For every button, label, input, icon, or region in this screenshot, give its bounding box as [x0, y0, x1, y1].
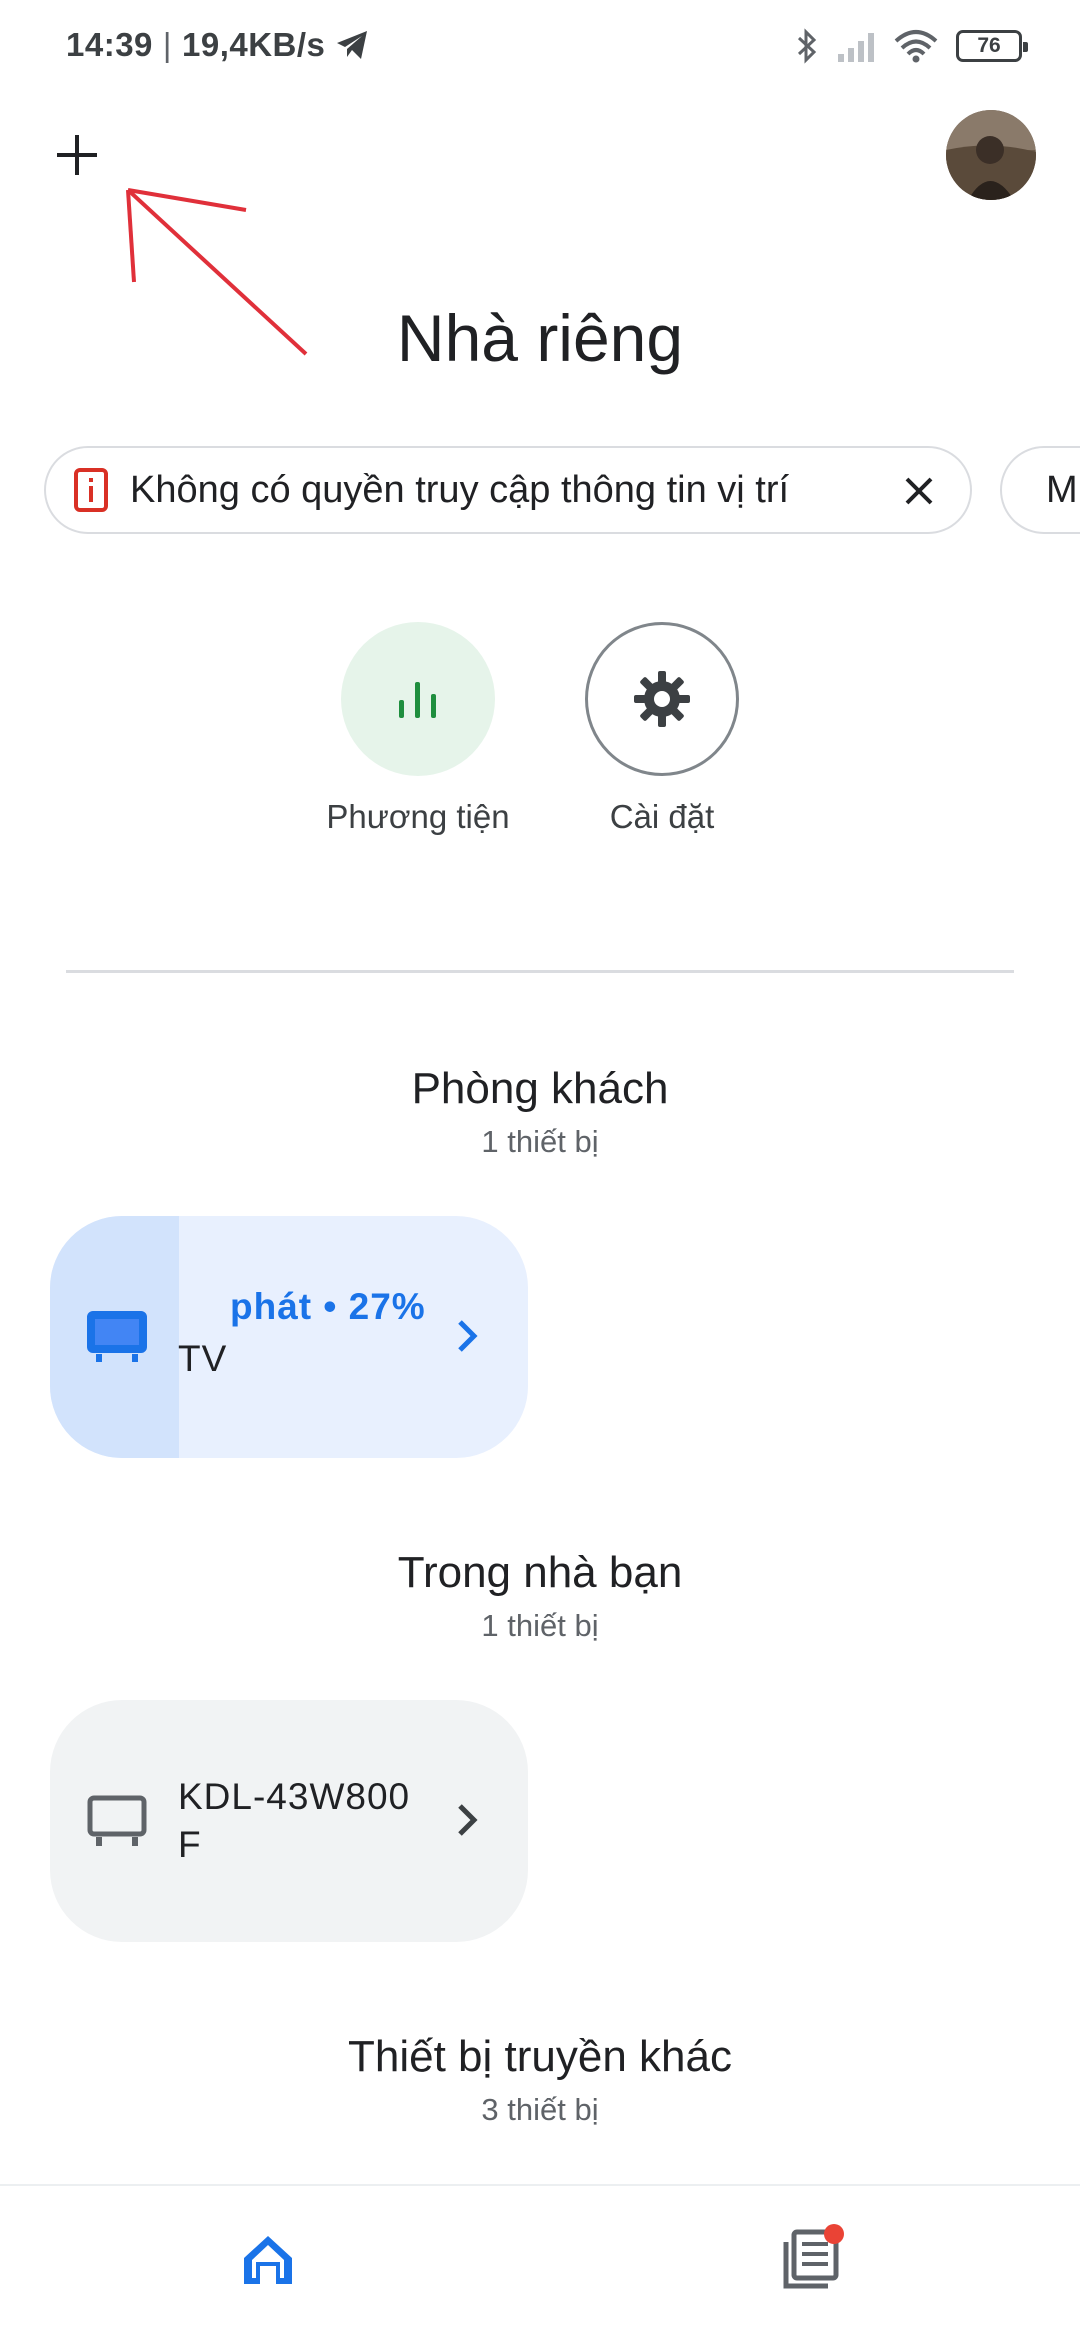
notification-badge: [824, 2224, 844, 2244]
tv-icon: [87, 1311, 147, 1362]
divider: [66, 970, 1014, 973]
location-permission-chip[interactable]: Không có quyền truy cập thông tin vị trí: [44, 446, 972, 534]
room-device-count: 1 thiết bị: [481, 1608, 599, 1643]
status-time: 14:39: [66, 26, 153, 63]
status-bar: 14:39 | 19,4KB/s 76: [0, 0, 1080, 100]
battery-level: 76: [977, 34, 1001, 57]
device-name-line1: KDL-43W800: [178, 1776, 411, 1817]
settings-action[interactable]: Cài đặt: [582, 622, 742, 836]
device-name-line2: F: [178, 1824, 202, 1865]
bluetooth-icon: [797, 28, 817, 64]
device-card-tv[interactable]: phát • 27% TV: [50, 1216, 528, 1458]
status-network-speed: 19,4KB/s: [181, 26, 326, 63]
device-status: phát • 27%: [230, 1286, 426, 1327]
device-name: TV: [178, 1338, 228, 1379]
home-icon: [244, 2236, 292, 2284]
gear-icon: [634, 671, 690, 727]
room-title: Trong nhà bạn: [397, 1548, 683, 1597]
home-screen: 14:39 | 19,4KB/s 76 Nhà riêng Không có q…: [0, 0, 1080, 2340]
account-avatar[interactable]: [946, 110, 1036, 200]
device-card-kdl[interactable]: KDL-43W800 F: [50, 1700, 528, 1942]
room-title: Thiết bị truyền khác: [348, 2032, 732, 2081]
chip-close-button[interactable]: [894, 466, 944, 516]
tv-icon: [87, 1795, 147, 1846]
room-title: Phòng khách: [411, 1064, 669, 1113]
signal-icon: [838, 33, 874, 62]
room-device-count: 1 thiết bị: [481, 1124, 599, 1159]
battery-icon: 76: [956, 30, 1028, 62]
add-button[interactable]: [44, 122, 110, 188]
avatar-image: [946, 110, 1036, 200]
chevron-right-icon: [458, 1804, 478, 1836]
page-title: Nhà riêng: [396, 301, 684, 375]
status-left: 14:39 | 19,4KB/s: [66, 26, 369, 64]
status-separator: |: [162, 26, 172, 63]
nav-home-button[interactable]: [240, 2232, 296, 2288]
settings-label: Cài đặt: [609, 798, 715, 835]
info-phone-icon: [74, 468, 108, 512]
wifi-icon: [894, 30, 938, 63]
telegram-icon: [337, 31, 368, 59]
next-chip-text: M: [1046, 468, 1078, 511]
media-action[interactable]: Phương tiện: [326, 622, 510, 836]
close-icon: [905, 477, 933, 505]
location-chip-text: Không có quyền truy cập thông tin vị trí: [130, 468, 790, 511]
next-chip[interactable]: M: [1000, 446, 1080, 534]
plus-icon: [57, 135, 97, 175]
bottom-navigation: [0, 2184, 1080, 2340]
media-bars-icon: [399, 682, 436, 718]
chevron-right-icon: [458, 1320, 478, 1352]
room-device-count: 3 thiết bị: [481, 2092, 599, 2127]
media-circle[interactable]: [341, 622, 495, 776]
nav-feed-button[interactable]: [780, 2224, 844, 2290]
settings-circle[interactable]: [585, 622, 739, 776]
media-label: Phương tiện: [326, 798, 510, 835]
status-right: 76: [796, 28, 1028, 64]
